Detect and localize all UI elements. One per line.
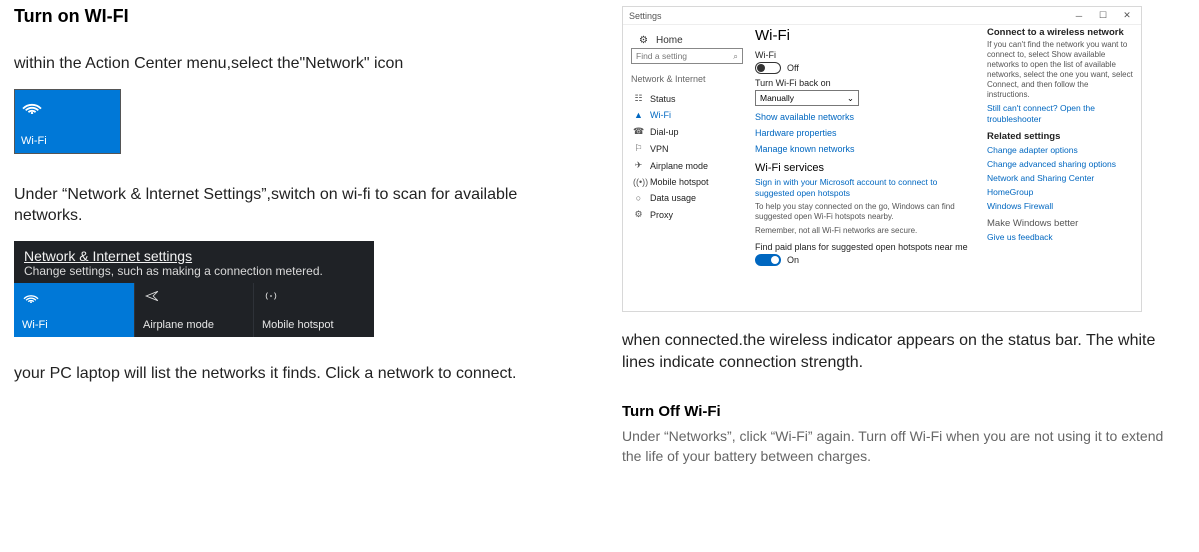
link-adapter[interactable]: Change adapter options bbox=[987, 145, 1133, 156]
turn-off-body: Under “Networks”, click “Wi-Fi” again. T… bbox=[622, 426, 1185, 467]
link-nsc[interactable]: Network and Sharing Center bbox=[987, 173, 1133, 184]
sidebar-item-label: Airplane mode bbox=[650, 161, 708, 171]
sidebar-item-data-usage[interactable]: ○ Data usage bbox=[631, 190, 745, 206]
network-settings-panel: Network & Internet settings Change setti… bbox=[14, 241, 374, 337]
window-title: Settings bbox=[629, 11, 662, 21]
wifi-toggle-label: Wi-Fi bbox=[755, 50, 975, 60]
proxy-icon: ⚙ bbox=[633, 209, 644, 220]
np-wifi-label: Wi-Fi bbox=[22, 319, 126, 331]
window-titlebar: Settings ─ ☐ ✕ bbox=[623, 7, 1141, 25]
main-heading: Wi-Fi bbox=[755, 27, 975, 44]
dial-up-icon: ☎ bbox=[633, 126, 644, 137]
airplane-icon bbox=[143, 289, 161, 303]
status-icon: ☷ bbox=[633, 93, 644, 104]
left-column: Turn on WI-FI within the Action Center m… bbox=[14, 6, 574, 467]
instruction-1: within the Action Center menu,select the… bbox=[14, 53, 574, 75]
wifi-services-heading: Wi-Fi services bbox=[755, 162, 975, 174]
np-title[interactable]: Network & Internet settings bbox=[24, 248, 364, 264]
sidebar-item-label: VPN bbox=[650, 144, 669, 154]
turn-back-select[interactable]: Manually ⌄ bbox=[755, 90, 859, 106]
sidebar-item-label: Status bbox=[650, 94, 676, 104]
wi-fi-icon: ▲ bbox=[633, 110, 644, 120]
connect-body: If you can't find the network you want t… bbox=[987, 40, 1133, 100]
wifi-toggle[interactable] bbox=[755, 62, 781, 74]
link-show-networks[interactable]: Show available networks bbox=[755, 112, 975, 122]
connect-heading: Connect to a wireless network bbox=[987, 27, 1133, 38]
link-manage-known[interactable]: Manage known networks bbox=[755, 144, 975, 154]
sidebar-item-label: Wi-Fi bbox=[650, 110, 671, 120]
remember-text: Remember, not all Wi-Fi networks are sec… bbox=[755, 226, 975, 236]
instruction-2: Under “Network & lnternet Settings”,swit… bbox=[14, 184, 574, 227]
settings-rightcol: Connect to a wireless network If you can… bbox=[987, 27, 1133, 307]
link-firewall[interactable]: Windows Firewall bbox=[987, 201, 1133, 212]
right-column: Settings ─ ☐ ✕ ⚙ Home Find a setting ⌕ bbox=[622, 6, 1185, 467]
sidebar-item-dial-up[interactable]: ☎ Dial-up bbox=[631, 123, 745, 140]
link-hardware[interactable]: Hardware properties bbox=[755, 128, 975, 138]
wifi-tile-label: Wi-Fi bbox=[21, 135, 114, 147]
np-airplane-tile[interactable]: Airplane mode bbox=[134, 283, 254, 337]
mobile-hotspot-icon: ((•)) bbox=[633, 177, 644, 187]
chevron-down-icon: ⌄ bbox=[847, 93, 854, 104]
airplane-mode-icon: ✈ bbox=[633, 160, 644, 171]
sidebar-item-wi-fi[interactable]: ▲ Wi-Fi bbox=[631, 107, 745, 123]
wifi-icon bbox=[21, 96, 43, 114]
wifi-icon bbox=[22, 289, 40, 303]
sidebar-item-status[interactable]: ☷ Status bbox=[631, 90, 745, 107]
np-airplane-label: Airplane mode bbox=[143, 319, 245, 331]
home-link[interactable]: ⚙ Home bbox=[631, 29, 745, 48]
home-label: Home bbox=[656, 35, 683, 46]
hotspot-icon bbox=[262, 289, 280, 303]
action-center-wifi-tile[interactable]: Wi-Fi bbox=[14, 89, 121, 154]
select-value: Manually bbox=[760, 93, 794, 103]
link-feedback[interactable]: Give us feedback bbox=[987, 232, 1133, 243]
link-troubleshooter[interactable]: Still can't connect? Open the troublesho… bbox=[987, 103, 1133, 125]
search-icon: ⌕ bbox=[733, 51, 738, 62]
settings-sidebar: ⚙ Home Find a setting ⌕ Network & Intern… bbox=[623, 25, 751, 311]
np-sub: Change settings, such as making a connec… bbox=[24, 264, 364, 278]
hotspot-help-text: To help you stay connected on the go, Wi… bbox=[755, 202, 975, 222]
sidebar-section: Network & Internet bbox=[631, 74, 745, 84]
close-button[interactable]: ✕ bbox=[1115, 10, 1139, 21]
sidebar-item-label: Proxy bbox=[650, 210, 673, 220]
sidebar-item-airplane-mode[interactable]: ✈ Airplane mode bbox=[631, 157, 745, 174]
sidebar-item-label: Dial-up bbox=[650, 127, 679, 137]
make-better: Make Windows better bbox=[987, 218, 1133, 229]
search-placeholder: Find a setting bbox=[636, 51, 687, 61]
paid-plans-toggle[interactable] bbox=[755, 254, 781, 266]
link-homegroup[interactable]: HomeGroup bbox=[987, 187, 1133, 198]
sidebar-item-mobile-hotspot[interactable]: ((•)) Mobile hotspot bbox=[631, 174, 745, 190]
turn-back-label: Turn Wi-Fi back on bbox=[755, 78, 975, 88]
sidebar-item-label: Mobile hotspot bbox=[650, 177, 709, 187]
page-title: Turn on WI-FI bbox=[14, 6, 574, 27]
link-signin-hotspots[interactable]: Sign in with your Microsoft account to c… bbox=[755, 177, 975, 199]
data-usage-icon: ○ bbox=[633, 193, 644, 203]
instruction-3: your PC laptop will list the networks it… bbox=[14, 363, 574, 385]
wifi-toggle-state: Off bbox=[787, 63, 799, 73]
related-heading: Related settings bbox=[987, 131, 1133, 142]
sidebar-item-label: Data usage bbox=[650, 193, 696, 203]
np-hotspot-tile[interactable]: Mobile hotspot bbox=[254, 283, 374, 337]
vpn-icon: ⚐ bbox=[633, 143, 644, 154]
settings-main: Wi-Fi Wi-Fi Off Turn Wi-Fi back on Manua… bbox=[755, 27, 975, 307]
indicator-text: when connected.the wireless indicator ap… bbox=[622, 330, 1185, 373]
settings-window: Settings ─ ☐ ✕ ⚙ Home Find a setting ⌕ bbox=[622, 6, 1142, 312]
sidebar-item-vpn[interactable]: ⚐ VPN bbox=[631, 140, 745, 157]
sidebar-item-proxy[interactable]: ⚙ Proxy bbox=[631, 206, 745, 223]
find-paid-label: Find paid plans for suggested open hotsp… bbox=[755, 242, 975, 252]
np-hotspot-label: Mobile hotspot bbox=[262, 319, 366, 331]
home-icon: ⚙ bbox=[639, 35, 648, 46]
paid-plans-state: On bbox=[787, 255, 799, 265]
link-sharing[interactable]: Change advanced sharing options bbox=[987, 159, 1133, 170]
maximize-button[interactable]: ☐ bbox=[1091, 10, 1115, 21]
turn-off-heading: Turn Off Wi-Fi bbox=[622, 403, 1185, 420]
search-input[interactable]: Find a setting ⌕ bbox=[631, 48, 743, 64]
np-wifi-tile[interactable]: Wi-Fi bbox=[14, 283, 134, 337]
minimize-button[interactable]: ─ bbox=[1067, 11, 1091, 21]
